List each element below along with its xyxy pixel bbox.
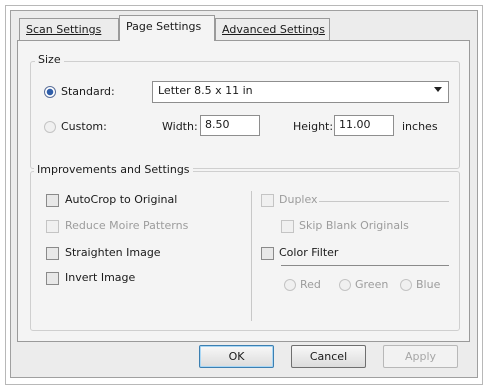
tab-label: Page Settings	[126, 20, 202, 33]
size-group-legend: Size	[35, 53, 64, 66]
duplex-line	[319, 201, 449, 202]
width-label: Width:	[162, 120, 198, 133]
reduce-moire-label: Reduce Moire Patterns	[65, 219, 189, 232]
apply-button[interactable]: Apply	[383, 345, 458, 368]
units-label: inches	[402, 120, 438, 133]
height-label: Height:	[293, 120, 334, 133]
green-radio[interactable]	[339, 279, 351, 291]
tab-page-settings[interactable]: Page Settings	[119, 15, 215, 41]
standard-radio[interactable]	[44, 86, 56, 98]
standard-size-select[interactable]: Letter 8.5 x 11 in	[152, 81, 449, 103]
straighten-checkbox[interactable]	[46, 247, 59, 260]
autocrop-checkbox[interactable]	[46, 194, 59, 207]
cancel-button[interactable]: Cancel	[291, 345, 366, 368]
autocrop-label: AutoCrop to Original	[65, 193, 178, 206]
ok-button[interactable]: OK	[199, 345, 274, 368]
custom-radio[interactable]	[44, 121, 56, 133]
chevron-down-icon	[434, 87, 442, 92]
invert-checkbox[interactable]	[46, 272, 59, 285]
skip-blank-checkbox[interactable]	[281, 220, 294, 233]
standard-label: Standard:	[61, 85, 115, 98]
duplex-checkbox[interactable]	[261, 194, 274, 207]
duplex-label: Duplex	[279, 193, 318, 206]
red-radio[interactable]	[284, 279, 296, 291]
height-field[interactable]: 11.00	[334, 115, 394, 136]
standard-size-value: Letter 8.5 x 11 in	[158, 84, 253, 97]
color-filter-label: Color Filter	[279, 246, 339, 259]
tab-panel: Size Standard: Letter 8.5 x 11 in Custom…	[17, 40, 470, 342]
invert-label: Invert Image	[65, 271, 136, 284]
custom-label: Custom:	[61, 120, 107, 133]
tab-label: Scan Settings	[26, 23, 102, 36]
tab-scan-settings[interactable]: Scan Settings	[19, 18, 119, 40]
width-field[interactable]: 8.50	[200, 115, 260, 136]
reduce-moire-checkbox[interactable]	[46, 220, 59, 233]
blue-radio[interactable]	[400, 279, 412, 291]
improvements-group-legend: Improvements and Settings	[34, 163, 193, 176]
tab-label: Advanced Settings	[222, 23, 325, 36]
straighten-label: Straighten Image	[65, 246, 161, 259]
color-filter-line	[281, 265, 449, 266]
blue-label: Blue	[416, 278, 441, 291]
skip-blank-label: Skip Blank Originals	[299, 219, 409, 232]
red-label: Red	[300, 278, 321, 291]
green-label: Green	[355, 278, 389, 291]
color-filter-checkbox[interactable]	[261, 247, 274, 260]
tab-advanced-settings[interactable]: Advanced Settings	[215, 18, 330, 40]
vertical-divider	[251, 191, 252, 321]
